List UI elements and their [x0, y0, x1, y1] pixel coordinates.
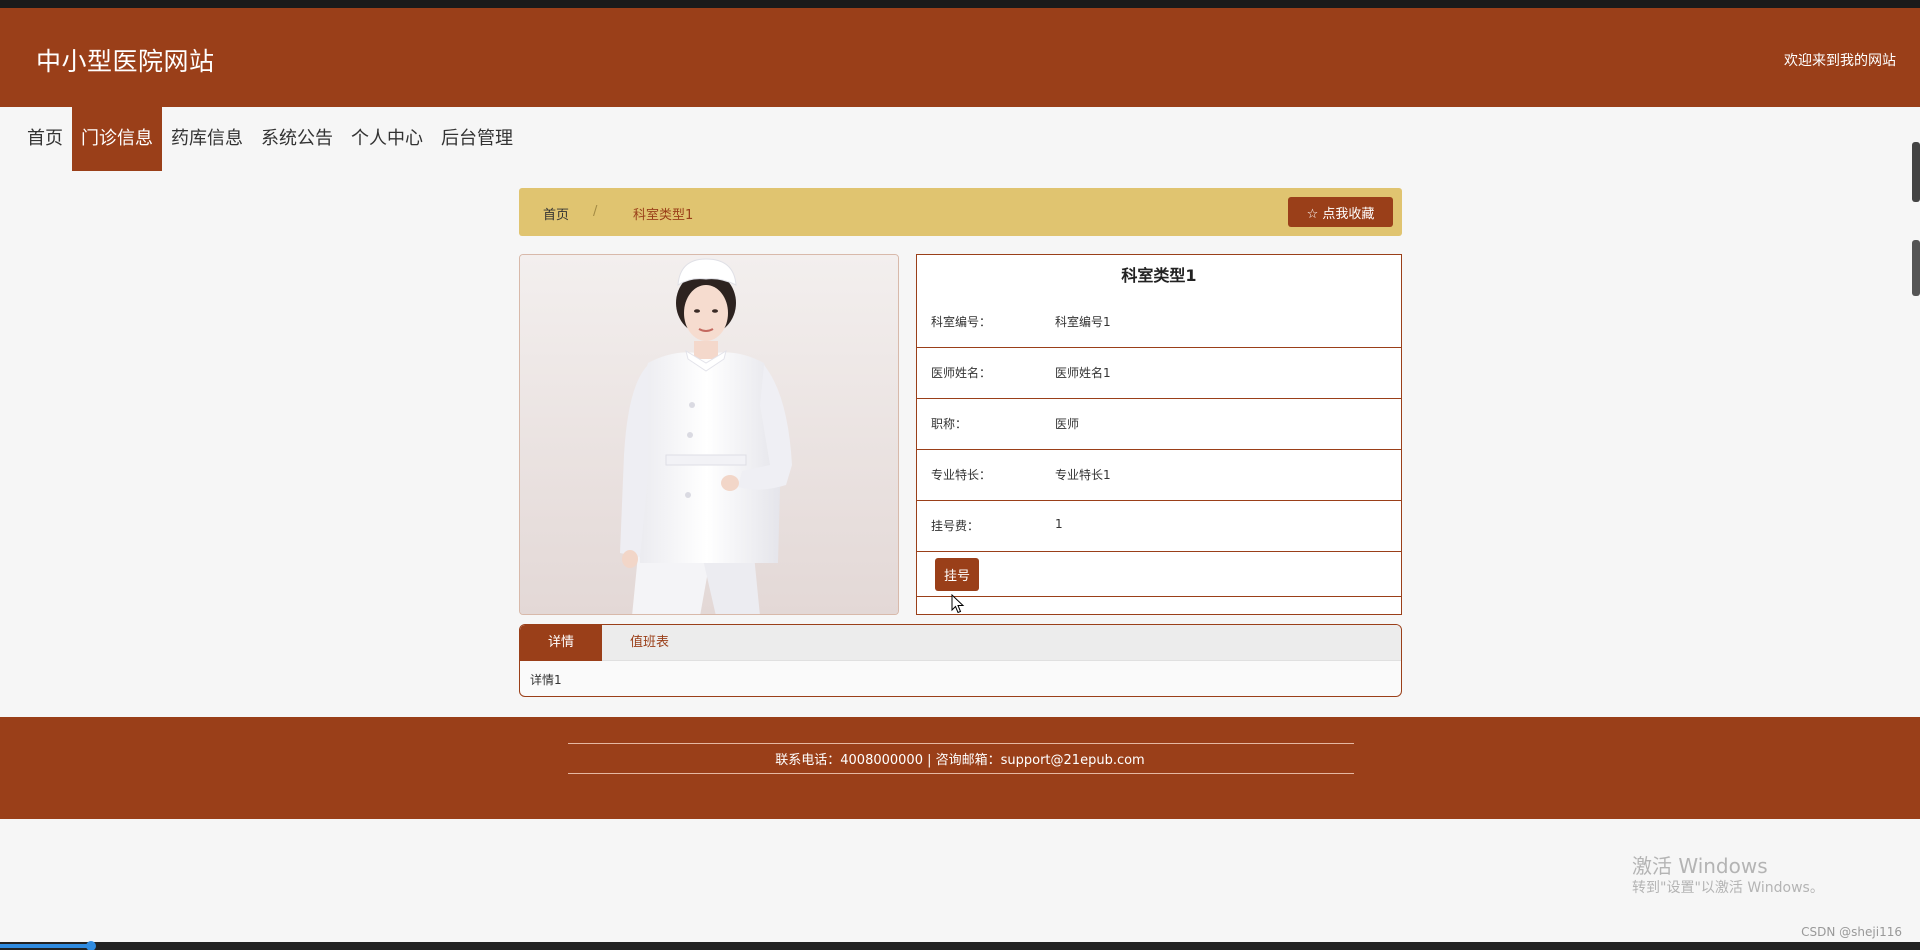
breadcrumb: 首页 / 科室类型1 ☆ 点我收藏	[519, 188, 1402, 236]
breadcrumb-current: 科室类型1	[633, 208, 694, 223]
info-row-title: 职称： 医师	[917, 399, 1401, 450]
main-nav: 首页 门诊信息 药库信息 系统公告 个人中心 后台管理	[0, 107, 522, 171]
windows-activation-title: 激活 Windows	[1632, 854, 1768, 878]
info-row-doctor-name: 医师姓名： 医师姓名1	[917, 348, 1401, 399]
info-label: 职称：	[931, 417, 968, 431]
nav-item-home[interactable]: 首页	[18, 107, 72, 171]
site-footer: 联系电话：4008000000 | 咨询邮箱：support@21epub.co…	[0, 717, 1920, 819]
detail-tabs: 详情 值班表 详情1	[519, 624, 1402, 697]
info-value: 1	[1055, 517, 1063, 531]
site-header: 中小型医院网站 欢迎来到我的网站	[0, 8, 1920, 107]
footer-contact: 联系电话：4008000000 | 咨询邮箱：support@21epub.co…	[775, 753, 1145, 768]
nav-item-personal-center[interactable]: 个人中心	[342, 107, 432, 171]
mouse-cursor-icon	[951, 594, 965, 614]
info-value: 医师	[1055, 417, 1080, 431]
action-row: 挂号	[917, 552, 1401, 614]
doctor-photo-illustration	[520, 255, 898, 614]
register-button[interactable]: 挂号	[935, 558, 979, 591]
nav-item-announcements[interactable]: 系统公告	[252, 107, 342, 171]
footer-divider-top	[568, 743, 1354, 744]
department-title: 科室类型1	[1121, 266, 1197, 285]
tab-content: 详情1	[530, 673, 562, 687]
window-top-bar	[0, 0, 1920, 8]
favorite-button[interactable]: ☆ 点我收藏	[1288, 197, 1393, 227]
doctor-photo	[519, 254, 899, 615]
video-progress-handle[interactable]	[86, 941, 96, 950]
info-label: 科室编号：	[931, 315, 992, 329]
info-row-registration-fee: 挂号费： 1	[917, 501, 1401, 552]
department-info-panel: 科室类型1 科室编号： 科室编号1 医师姓名： 医师姓名1 职称： 医师 专业特…	[916, 254, 1402, 615]
tab-duty-schedule[interactable]: 值班表	[602, 625, 697, 661]
info-row-specialty: 专业特长： 专业特长1	[917, 450, 1401, 501]
tab-header: 详情 值班表	[520, 625, 1401, 661]
footer-divider-bottom	[568, 773, 1354, 774]
video-progress-bar[interactable]	[0, 944, 90, 948]
scrollbar-thumb-secondary[interactable]	[1912, 240, 1920, 296]
info-row-department-no: 科室编号： 科室编号1	[917, 297, 1401, 348]
site-title[interactable]: 中小型医院网站	[36, 42, 215, 78]
nav-item-pharmacy[interactable]: 药库信息	[162, 107, 252, 171]
nav-item-outpatient[interactable]: 门诊信息	[72, 107, 162, 171]
scrollbar-thumb[interactable]	[1912, 142, 1920, 202]
windows-activation-subtitle: 转到"设置"以激活 Windows。	[1632, 880, 1824, 896]
breadcrumb-home-link[interactable]: 首页	[543, 204, 569, 223]
info-label: 挂号费：	[931, 519, 980, 533]
info-value: 专业特长1	[1055, 468, 1111, 482]
tab-details[interactable]: 详情	[520, 625, 603, 661]
csdn-watermark: CSDN @sheji116	[1801, 925, 1902, 939]
info-value: 科室编号1	[1055, 315, 1111, 329]
welcome-text: 欢迎来到我的网站	[1784, 53, 1896, 69]
info-value: 医师姓名1	[1055, 366, 1111, 380]
video-control-bar	[0, 942, 1920, 950]
info-label: 医师姓名：	[931, 366, 992, 380]
breadcrumb-separator: /	[593, 204, 598, 219]
info-label: 专业特长：	[931, 468, 992, 482]
nav-item-admin[interactable]: 后台管理	[432, 107, 522, 171]
